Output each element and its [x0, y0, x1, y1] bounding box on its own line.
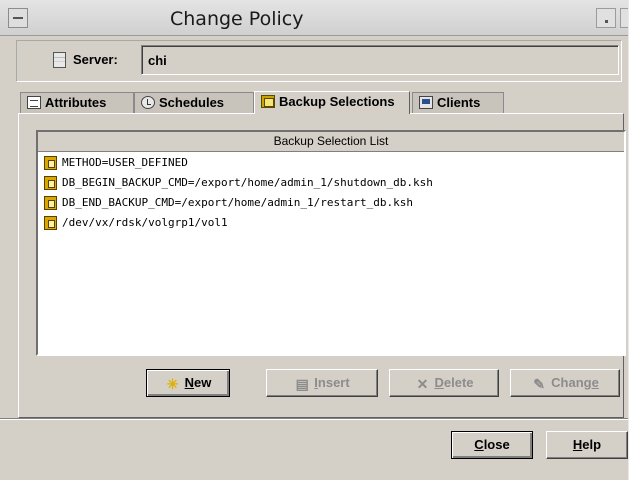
tab-schedules[interactable]: Schedules: [134, 92, 254, 113]
file-icon: [44, 176, 57, 190]
tab-attributes-label: Attributes: [45, 95, 107, 110]
file-icon: [44, 156, 57, 170]
list-item[interactable]: METHOD=USER_DEFINED: [44, 154, 188, 172]
change-mnemonic: e: [591, 375, 599, 390]
change-button[interactable]: ✎ Change: [510, 369, 620, 397]
tab-attributes[interactable]: Attributes: [20, 92, 134, 113]
window-edge: [628, 0, 640, 480]
tab-clients[interactable]: Clients: [412, 92, 504, 113]
delete-icon: ✕: [416, 376, 429, 392]
help-label-post: elp: [582, 437, 602, 452]
new-mnemonic: N: [184, 375, 195, 390]
tab-schedules-label: Schedules: [159, 95, 225, 110]
list-header[interactable]: Backup Selection List: [38, 132, 624, 152]
file-icon: [44, 196, 57, 210]
change-label-pre: Chang: [551, 375, 592, 390]
delete-mnemonic: D: [434, 375, 444, 390]
list-item-text: DB_END_BACKUP_CMD=/export/home/admin_1/r…: [62, 196, 413, 209]
list-body[interactable]: METHOD=USER_DEFINED DB_BEGIN_BACKUP_CMD=…: [38, 152, 624, 354]
new-icon: ✳: [166, 376, 179, 392]
backup-selections-icon: [261, 95, 275, 108]
list-item-text: /dev/vx/rdsk/volgrp1/vol1: [62, 216, 228, 229]
server-label: Server:: [73, 52, 118, 67]
backup-selection-list: Backup Selection List METHOD=USER_DEFINE…: [36, 130, 626, 356]
change-policy-window: Change Policy Server: chi Attributes Sch…: [0, 0, 640, 480]
server-field: chi: [141, 45, 619, 75]
close-mnemonic: C: [474, 437, 484, 452]
help-mnemonic: H: [572, 437, 583, 452]
schedules-icon: [141, 96, 155, 109]
delete-button[interactable]: ✕ Delete: [389, 369, 499, 397]
minimize-button[interactable]: [596, 8, 616, 28]
list-item-text: METHOD=USER_DEFINED: [62, 156, 188, 169]
help-button[interactable]: Help: [546, 431, 628, 459]
list-item[interactable]: /dev/vx/rdsk/volgrp1/vol1: [44, 214, 228, 232]
tab-clients-label: Clients: [437, 95, 481, 110]
change-icon: ✎: [533, 376, 546, 392]
insert-button[interactable]: ▤ Insert: [266, 369, 378, 397]
file-icon: [44, 216, 57, 230]
attributes-icon: [27, 96, 41, 109]
window-title: Change Policy: [170, 8, 304, 30]
clients-icon: [419, 96, 433, 109]
new-label-post: ew: [194, 375, 212, 390]
tab-backup-selections[interactable]: Backup Selections: [254, 91, 410, 114]
insert-label-post: nsert: [317, 375, 350, 390]
insert-icon: ▤: [295, 376, 309, 392]
list-item-text: DB_BEGIN_BACKUP_CMD=/export/home/admin_1…: [62, 176, 433, 189]
server-icon: [53, 52, 66, 68]
footer-divider: [0, 418, 628, 420]
close-button[interactable]: Close: [451, 431, 533, 459]
list-item[interactable]: DB_BEGIN_BACKUP_CMD=/export/home/admin_1…: [44, 174, 433, 192]
tab-backup-selections-label: Backup Selections: [279, 94, 395, 109]
title-bar[interactable]: Change Policy: [0, 0, 640, 36]
close-label-post: lose: [483, 437, 510, 452]
server-panel: Server: chi: [16, 40, 622, 82]
new-button[interactable]: ✳ New: [146, 369, 230, 397]
list-item[interactable]: DB_END_BACKUP_CMD=/export/home/admin_1/r…: [44, 194, 413, 212]
delete-label-post: elete: [443, 375, 474, 390]
